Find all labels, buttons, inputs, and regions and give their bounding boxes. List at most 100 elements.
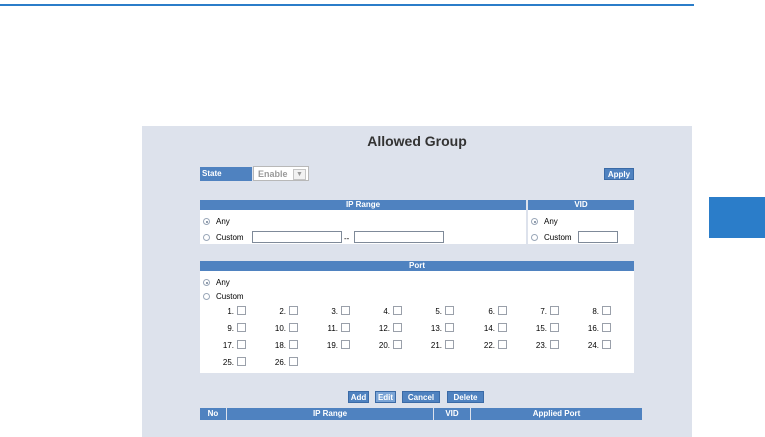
port-item: 25. [212, 357, 246, 367]
port-number-label: 11. [327, 324, 338, 333]
port-number-label: 14. [483, 324, 495, 333]
vid-any-radio[interactable] [531, 218, 538, 225]
ip-range-any-label: Any [216, 217, 230, 226]
port-any-radio[interactable] [203, 279, 210, 286]
port-number-label: 13. [430, 324, 442, 333]
page-title: Allowed Group [367, 133, 467, 149]
port-checkbox[interactable] [393, 323, 402, 332]
port-checkbox[interactable] [237, 357, 246, 366]
ip-range-custom-radio[interactable] [203, 234, 210, 241]
port-custom-radio[interactable] [203, 293, 210, 300]
port-item: 15. [525, 323, 559, 333]
port-checkbox[interactable] [602, 340, 611, 349]
port-checkbox[interactable] [498, 306, 507, 315]
port-number-label: 21. [430, 341, 442, 350]
allowed-group-panel: Allowed Group State Enable ▼ Apply IP Ra… [142, 126, 692, 437]
port-number-label: 15. [535, 324, 547, 333]
port-item: 18. [264, 340, 298, 350]
vid-custom-radio[interactable] [531, 234, 538, 241]
port-item: 21. [420, 340, 454, 350]
port-checkbox[interactable] [237, 323, 246, 332]
port-number-label: 8. [592, 307, 599, 316]
vid-header: VID [528, 200, 634, 210]
port-number-label: 16. [587, 324, 599, 333]
apply-button[interactable]: Apply [604, 168, 634, 180]
chevron-down-icon: ▼ [293, 169, 306, 180]
port-number-label: 26. [274, 358, 286, 367]
port-checkbox[interactable] [550, 340, 559, 349]
port-item: 17. [212, 340, 246, 350]
port-number-label: 7. [540, 307, 547, 316]
port-checkbox[interactable] [498, 323, 507, 332]
port-item: 12. [368, 323, 402, 333]
port-item: 11. [316, 323, 350, 333]
port-item: 19. [316, 340, 350, 350]
port-number-label: 5. [435, 307, 442, 316]
port-item: 2. [264, 306, 298, 316]
port-number-label: 18. [274, 341, 286, 350]
add-button[interactable]: Add [348, 391, 369, 403]
port-checkbox[interactable] [498, 340, 507, 349]
edit-button[interactable]: Edit [375, 391, 396, 403]
side-tab-marker [709, 197, 765, 238]
vid-any-label: Any [544, 217, 558, 226]
port-checkbox[interactable] [393, 306, 402, 315]
port-number-label: 9. [227, 324, 234, 333]
port-item: 6. [473, 306, 507, 316]
port-checkbox[interactable] [602, 323, 611, 332]
state-select[interactable]: Enable ▼ [253, 166, 309, 181]
port-checkbox[interactable] [341, 306, 350, 315]
port-item: 22. [473, 340, 507, 350]
port-any-label: Any [216, 278, 230, 287]
port-number-label: 2. [279, 307, 286, 316]
ip-range-header: IP Range [200, 200, 526, 210]
vid-input[interactable] [578, 231, 618, 243]
port-checkbox[interactable] [550, 306, 559, 315]
ip-range-section: IP Range Any Custom -- [200, 200, 526, 244]
port-number-label: 4. [383, 307, 390, 316]
port-number-label: 3. [331, 307, 338, 316]
port-checkbox[interactable] [289, 323, 298, 332]
port-checkbox[interactable] [289, 340, 298, 349]
ip-range-any-radio[interactable] [203, 218, 210, 225]
port-number-label: 19. [326, 341, 338, 350]
port-item: 23. [525, 340, 559, 350]
state-select-value: Enable [258, 169, 288, 179]
port-checkbox[interactable] [237, 340, 246, 349]
port-item: 3. [316, 306, 350, 316]
port-number-label: 17. [222, 341, 234, 350]
column-no: No [207, 409, 219, 418]
port-checkbox[interactable] [445, 340, 454, 349]
state-label: State [200, 167, 252, 181]
port-custom-label: Custom [216, 292, 244, 301]
port-checkbox[interactable] [289, 306, 298, 315]
column-ip-range: IP Range [312, 409, 348, 418]
delete-button[interactable]: Delete [447, 391, 484, 403]
port-checkbox[interactable] [602, 306, 611, 315]
column-vid: VID [445, 409, 459, 418]
port-number-label: 6. [488, 307, 495, 316]
port-item: 5. [420, 306, 454, 316]
vid-section: VID Any Custom [528, 200, 634, 244]
port-item: 1. [212, 306, 246, 316]
port-checkbox[interactable] [237, 306, 246, 315]
port-checkbox[interactable] [289, 357, 298, 366]
port-number-label: 22. [483, 341, 495, 350]
port-item: 14. [473, 323, 507, 333]
port-header: Port [200, 261, 634, 271]
port-checkbox[interactable] [393, 340, 402, 349]
port-checkbox[interactable] [550, 323, 559, 332]
ip-range-start-input[interactable] [252, 231, 342, 243]
port-checkbox[interactable] [445, 323, 454, 332]
port-item: 13. [420, 323, 454, 333]
port-item: 26. [264, 357, 298, 367]
port-checkbox[interactable] [341, 323, 350, 332]
port-section: Port Any Custom 1. 2. 3. 4. 5. 6. 7. 8. 9. 10. 11.… [200, 261, 634, 373]
port-checkbox[interactable] [445, 306, 454, 315]
port-number-label: 10. [274, 324, 286, 333]
port-number-label: 12. [378, 324, 390, 333]
port-number-label: 1. [227, 307, 234, 316]
ip-range-end-input[interactable] [354, 231, 444, 243]
cancel-button[interactable]: Cancel [402, 391, 440, 403]
port-checkbox[interactable] [341, 340, 350, 349]
